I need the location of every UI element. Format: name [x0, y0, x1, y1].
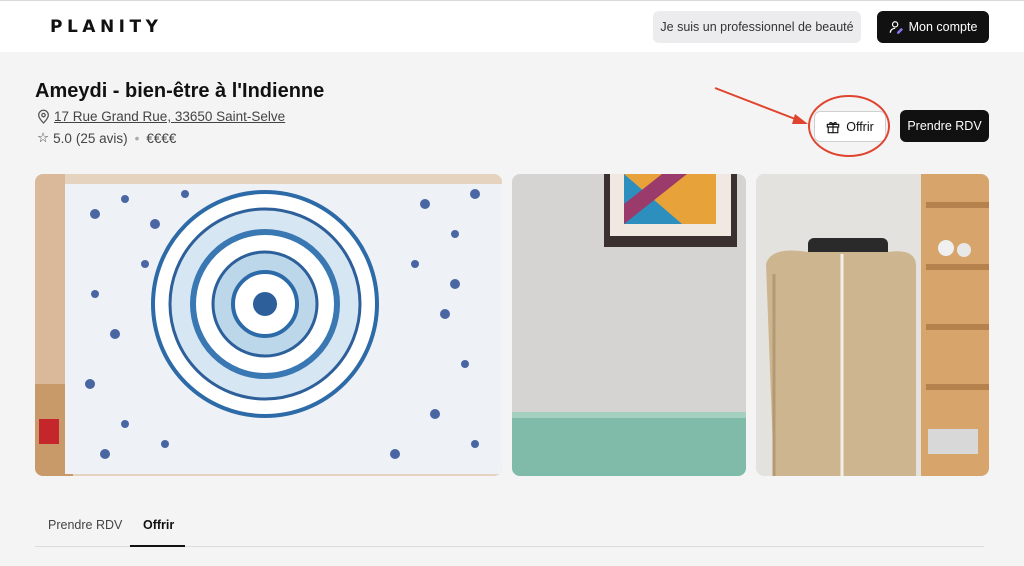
mandala-image — [35, 174, 502, 476]
tab-offrir[interactable]: Offrir — [143, 518, 174, 532]
account-label: Mon compte — [908, 20, 978, 34]
active-tab-indicator — [130, 545, 185, 547]
user-edit-icon — [889, 21, 903, 34]
annotation-arrowhead — [792, 114, 808, 124]
salon-photo-mandala[interactable] — [35, 174, 502, 476]
salon-address-link[interactable]: 17 Rue Grand Rue, 33650 Saint-Selve — [54, 109, 285, 124]
star-icon: ☆ — [37, 130, 50, 145]
salon-address-row: 17 Rue Grand Rue, 33650 Saint-Selve — [37, 109, 285, 124]
planity-logo[interactable]: PLANITY — [50, 17, 162, 37]
gift-icon — [826, 121, 840, 133]
price-level: €€€€ — [146, 130, 177, 146]
prendre-rdv-button[interactable]: Prendre RDV — [900, 110, 989, 142]
salon-name: Ameydi - bien-être à l'Indienne — [35, 80, 325, 102]
tab-prendre-rdv[interactable]: Prendre RDV — [48, 518, 122, 532]
room-image — [512, 174, 746, 476]
offrir-button[interactable]: Offrir — [814, 111, 886, 142]
pro-beauty-button[interactable]: Je suis un professionnel de beauté — [653, 11, 861, 43]
sauna-image — [756, 174, 989, 476]
separator-dot: • — [134, 130, 140, 146]
content-tabs: Prendre RDV Offrir — [35, 505, 984, 547]
account-button[interactable]: Mon compte — [877, 11, 989, 43]
offrir-label: Offrir — [846, 119, 874, 134]
rating-value: 5.0 — [53, 130, 72, 146]
salon-rating-row: ☆ 5.0 (25 avis) • €€€€ — [37, 130, 176, 146]
review-count[interactable]: (25 avis) — [76, 131, 128, 146]
top-navbar: PLANITY Je suis un professionnel de beau… — [0, 0, 1024, 52]
salon-photo-room[interactable] — [512, 174, 746, 476]
location-pin-icon — [38, 109, 49, 124]
annotation-arrow — [714, 87, 804, 123]
salon-photo-sauna[interactable] — [756, 174, 989, 476]
